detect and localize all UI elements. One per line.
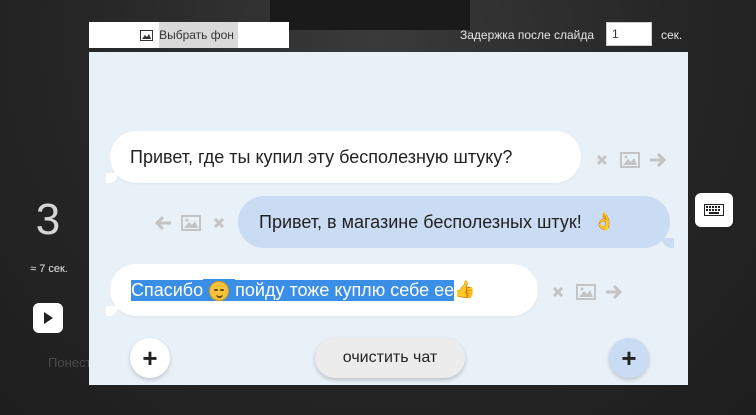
bubble-tail bbox=[106, 173, 118, 183]
image-icon bbox=[181, 215, 201, 231]
thumbs-up-emoji: 👍 bbox=[454, 280, 476, 299]
delay-unit: сек. bbox=[661, 28, 683, 42]
arrow-right-icon bbox=[606, 284, 623, 300]
image-icon bbox=[620, 152, 640, 168]
delete-button[interactable] bbox=[592, 151, 612, 169]
keyboard-button[interactable] bbox=[695, 193, 733, 227]
slide-number: 3 bbox=[35, 195, 61, 244]
choose-background-label: Выбрать фон bbox=[159, 28, 234, 42]
ok-hand-emoji: 👌 bbox=[593, 212, 615, 231]
smile-emoji bbox=[209, 280, 230, 301]
play-icon bbox=[44, 312, 53, 324]
attach-image-button[interactable] bbox=[181, 214, 201, 232]
toolbar: Выбрать фон Задержка после слайда сек. bbox=[89, 22, 689, 50]
bubble-tail bbox=[106, 306, 118, 316]
close-icon bbox=[596, 154, 608, 166]
close-icon bbox=[552, 286, 564, 298]
slide-duration: ≈ 7 сек. bbox=[30, 263, 68, 275]
keyboard-icon bbox=[704, 204, 724, 216]
message-text: Привет, где ты купил эту бесполезную шту… bbox=[130, 146, 513, 167]
plus-icon: + bbox=[621, 343, 637, 373]
move-right-button[interactable] bbox=[648, 151, 668, 169]
add-right-message-button[interactable]: + bbox=[609, 338, 649, 378]
arrow-right-icon bbox=[650, 152, 667, 168]
message-text: Привет, в магазине бесполезных штук! bbox=[259, 211, 582, 232]
close-icon bbox=[213, 217, 225, 229]
add-left-message-button[interactable]: + bbox=[130, 338, 170, 378]
message-text-part: Спасибо bbox=[131, 279, 204, 301]
message-tools bbox=[153, 214, 229, 232]
choose-background-button[interactable]: Выбрать фон bbox=[89, 22, 289, 48]
message-bubble[interactable]: Спасибо пойду тоже куплю себе ее 👍 bbox=[106, 264, 538, 316]
move-left-button[interactable] bbox=[153, 214, 173, 232]
attach-image-button[interactable] bbox=[576, 283, 596, 301]
image-icon bbox=[140, 29, 154, 41]
bubble-tail bbox=[662, 238, 674, 248]
delay-label: Задержка после слайда bbox=[460, 28, 595, 42]
message-bubble[interactable]: Привет, где ты купил эту бесполезную шту… bbox=[106, 131, 581, 183]
plus-icon: + bbox=[142, 343, 158, 373]
image-icon bbox=[576, 284, 596, 300]
background-text: Понест bbox=[48, 355, 92, 370]
message-bubble[interactable]: Привет, в магазине бесполезных штук! 👌 bbox=[238, 196, 674, 248]
message-text-part: пойду тоже куплю себе ее bbox=[235, 279, 455, 301]
delete-button[interactable] bbox=[209, 214, 229, 232]
smile-emoji-wrap bbox=[203, 279, 236, 301]
delay-input[interactable] bbox=[606, 22, 652, 46]
arrow-left-icon bbox=[154, 215, 171, 231]
choose-background-highlight: Выбрать фон bbox=[140, 22, 238, 48]
attach-image-button[interactable] bbox=[620, 151, 640, 169]
clear-chat-button[interactable]: очистить чат bbox=[315, 338, 465, 378]
delete-button[interactable] bbox=[548, 283, 568, 301]
message-tools bbox=[548, 283, 624, 301]
image-icon-wrap bbox=[140, 22, 160, 48]
move-right-button[interactable] bbox=[604, 283, 624, 301]
message-tools bbox=[592, 151, 668, 169]
play-button[interactable] bbox=[33, 303, 63, 333]
chat-panel: Привет, где ты купил эту бесполезную шту… bbox=[89, 52, 688, 385]
